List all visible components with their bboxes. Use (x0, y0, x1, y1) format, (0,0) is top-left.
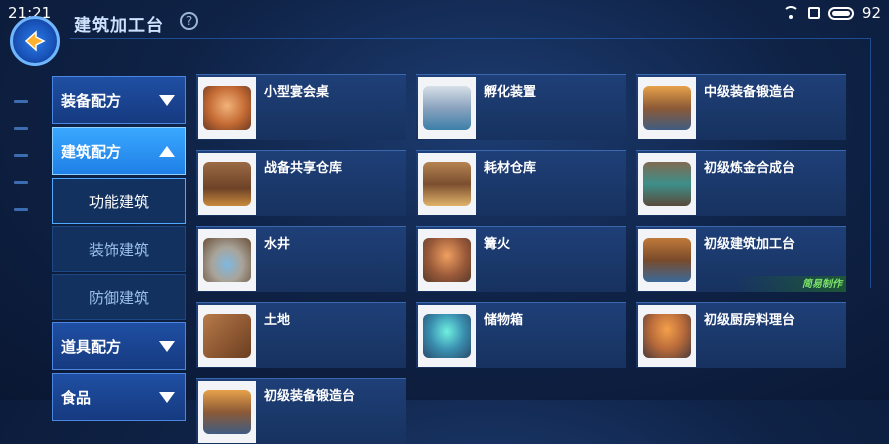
subcategory-function[interactable]: 功能建筑 (52, 178, 186, 224)
back-arrow-icon (24, 30, 46, 52)
recipe-name: 储物箱 (484, 313, 524, 328)
recipe-name: 耗材仓库 (484, 161, 537, 176)
category-items[interactable]: 道具配方 (52, 322, 186, 370)
chevron-down-icon (159, 340, 175, 352)
recipe-card[interactable]: 初级厨房料理台 (636, 302, 846, 368)
recipe-thumb (198, 305, 256, 367)
recipe-card[interactable]: 耗材仓库 (416, 150, 626, 216)
storage-box-icon (423, 314, 471, 358)
recipe-name: 初级建筑加工台 (704, 237, 796, 252)
left-decoration (14, 100, 28, 235)
recipe-thumb (638, 153, 696, 215)
recipe-name: 初级装备锻造台 (264, 389, 356, 404)
recipe-name: 战备共享仓库 (264, 161, 343, 176)
recipe-name: 水井 (264, 237, 291, 252)
subcategory-decoration[interactable]: 装饰建筑 (52, 226, 186, 272)
recipe-card[interactable]: 篝火 (416, 226, 626, 292)
recipe-card[interactable]: 初级建筑加工台 简易制作 (636, 226, 846, 292)
recipe-thumb (198, 229, 256, 291)
back-button[interactable] (10, 16, 60, 66)
recipe-card[interactable]: 小型宴会桌 (196, 74, 406, 140)
recipe-thumb (638, 305, 696, 367)
category-label: 装备配方 (61, 91, 122, 110)
frame-top-line (70, 38, 870, 39)
recipe-card[interactable]: 战备共享仓库 (196, 150, 406, 216)
soil-icon (203, 314, 251, 358)
wifi-icon (782, 6, 800, 20)
frame-right-line (870, 38, 871, 288)
table-icon (203, 86, 251, 130)
help-icon[interactable]: ? (180, 12, 198, 30)
recipe-name: 土地 (264, 313, 291, 328)
well-icon (203, 238, 251, 282)
category-label: 道具配方 (61, 337, 122, 356)
recipe-thumb (638, 229, 696, 291)
screen-icon (807, 7, 820, 19)
chevron-down-icon (159, 391, 175, 403)
recipe-card[interactable]: 水井 (196, 226, 406, 292)
category-label: 食品 (61, 388, 92, 407)
recipe-card[interactable]: 中级装备锻造台 (636, 74, 846, 140)
category-label: 建筑配方 (61, 142, 122, 161)
incubator-icon (423, 86, 471, 130)
subcategory-defense[interactable]: 防御建筑 (52, 274, 186, 320)
battery-icon (827, 6, 854, 20)
chevron-down-icon (159, 94, 175, 106)
recipe-name: 初级炼金合成台 (704, 161, 796, 176)
recipe-thumb (638, 77, 696, 139)
recipe-name: 初级厨房料理台 (704, 313, 796, 328)
recipe-name: 孵化装置 (484, 85, 537, 100)
recipe-thumb (198, 381, 256, 443)
forge-icon (643, 86, 691, 130)
alchemy-icon (643, 162, 691, 206)
warehouse-icon (203, 162, 251, 206)
recipe-thumb (418, 153, 476, 215)
forge-icon (203, 390, 251, 434)
page-title: 建筑加工台 (74, 16, 164, 36)
battery-level: 92 (861, 4, 881, 22)
category-equipment[interactable]: 装备配方 (52, 76, 186, 124)
workbench-icon (643, 238, 691, 282)
recipe-thumb (418, 77, 476, 139)
recipe-card[interactable]: 初级装备锻造台 (196, 378, 406, 444)
campfire-icon (423, 238, 471, 282)
recipe-thumb (418, 305, 476, 367)
status-icons: 92 (782, 4, 881, 22)
category-building[interactable]: 建筑配方 (52, 127, 186, 175)
recipe-thumb (418, 229, 476, 291)
kitchen-icon (643, 314, 691, 358)
recipe-thumb (198, 77, 256, 139)
category-food[interactable]: 食品 (52, 373, 186, 421)
recipe-name: 中级装备锻造台 (704, 85, 796, 100)
quick-craft-tag: 简易制作 (802, 279, 842, 290)
supply-crate-icon (423, 162, 471, 206)
recipe-name: 篝火 (484, 237, 511, 252)
chevron-up-icon (159, 145, 175, 157)
recipe-card[interactable]: 土地 (196, 302, 406, 368)
recipe-card[interactable]: 孵化装置 (416, 74, 626, 140)
recipe-name: 小型宴会桌 (264, 85, 330, 100)
recipe-card[interactable]: 储物箱 (416, 302, 626, 368)
recipe-thumb (198, 153, 256, 215)
category-menu: 装备配方 建筑配方 功能建筑 装饰建筑 防御建筑 道具配方 食品 (52, 76, 186, 424)
recipe-card[interactable]: 初级炼金合成台 (636, 150, 846, 216)
